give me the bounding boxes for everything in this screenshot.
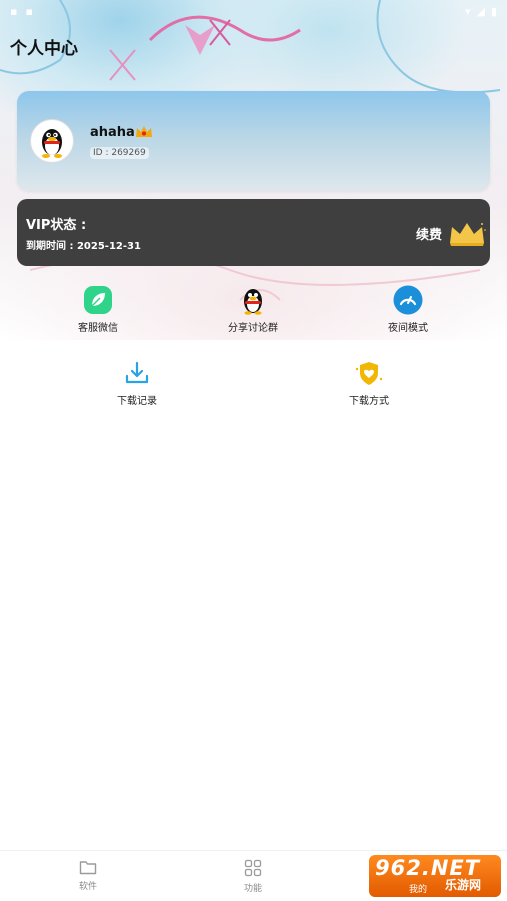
vip-expire-date: 到期时间 : 2025-12-31	[26, 241, 141, 252]
crown-icon[interactable]	[447, 219, 487, 251]
username: ahaha	[90, 125, 135, 140]
nav-tab-mine-label[interactable]: 我的	[409, 882, 427, 895]
watermark-logo: 962.NET 我的 乐游网	[369, 855, 501, 897]
battery-icon: ▮	[490, 4, 497, 18]
download-icon	[122, 358, 152, 388]
feature-label: 下载记录	[117, 396, 157, 407]
shield-heart-icon	[354, 358, 384, 388]
feature-label: 分享讨论群	[228, 323, 278, 334]
signal-icon: ◢	[476, 4, 485, 18]
renew-button[interactable]: 续费	[416, 224, 442, 243]
folder-icon	[79, 861, 97, 875]
vip-crown-icon	[134, 124, 154, 144]
notification-icon: ▪	[25, 4, 33, 18]
penguin-icon	[238, 285, 268, 315]
notification-icon: ▪	[10, 4, 18, 18]
watermark-subtext: 乐游网	[445, 878, 482, 892]
feature-label: 下载方式	[349, 396, 389, 407]
nav-tab-software[interactable]: 软件	[58, 859, 118, 892]
nav-label: 软件	[78, 882, 97, 892]
status-bar: ▪ ▪ ▾ ◢ ▮	[0, 0, 507, 22]
nav-tab-features[interactable]: 功能	[223, 859, 283, 894]
profile-card[interactable]: ahaha ID : 269269	[17, 91, 490, 191]
leaf-icon	[83, 285, 113, 315]
page-title: 个人中心	[10, 39, 78, 59]
wifi-icon: ▾	[464, 4, 471, 18]
grid-icon	[244, 859, 262, 877]
gauge-icon	[393, 285, 423, 315]
vip-status-title: VIP状态 :	[26, 218, 87, 233]
avatar[interactable]	[30, 119, 74, 163]
user-id: ID : 269269	[90, 147, 149, 159]
customer-service-wechat-button[interactable]: 客服微信	[53, 285, 143, 334]
share-discussion-group-button[interactable]: 分享讨论群	[208, 285, 298, 334]
feature-label: 客服微信	[78, 323, 118, 334]
penguin-icon	[42, 129, 62, 158]
night-mode-button[interactable]: 夜间模式	[363, 285, 453, 334]
feature-label: 夜间模式	[388, 323, 428, 334]
vip-status-card: VIP状态 : 到期时间 : 2025-12-31 续费	[17, 199, 490, 266]
download-method-button[interactable]: 下载方式	[324, 358, 414, 407]
download-history-button[interactable]: 下载记录	[92, 358, 182, 407]
nav-label: 功能	[243, 884, 262, 894]
